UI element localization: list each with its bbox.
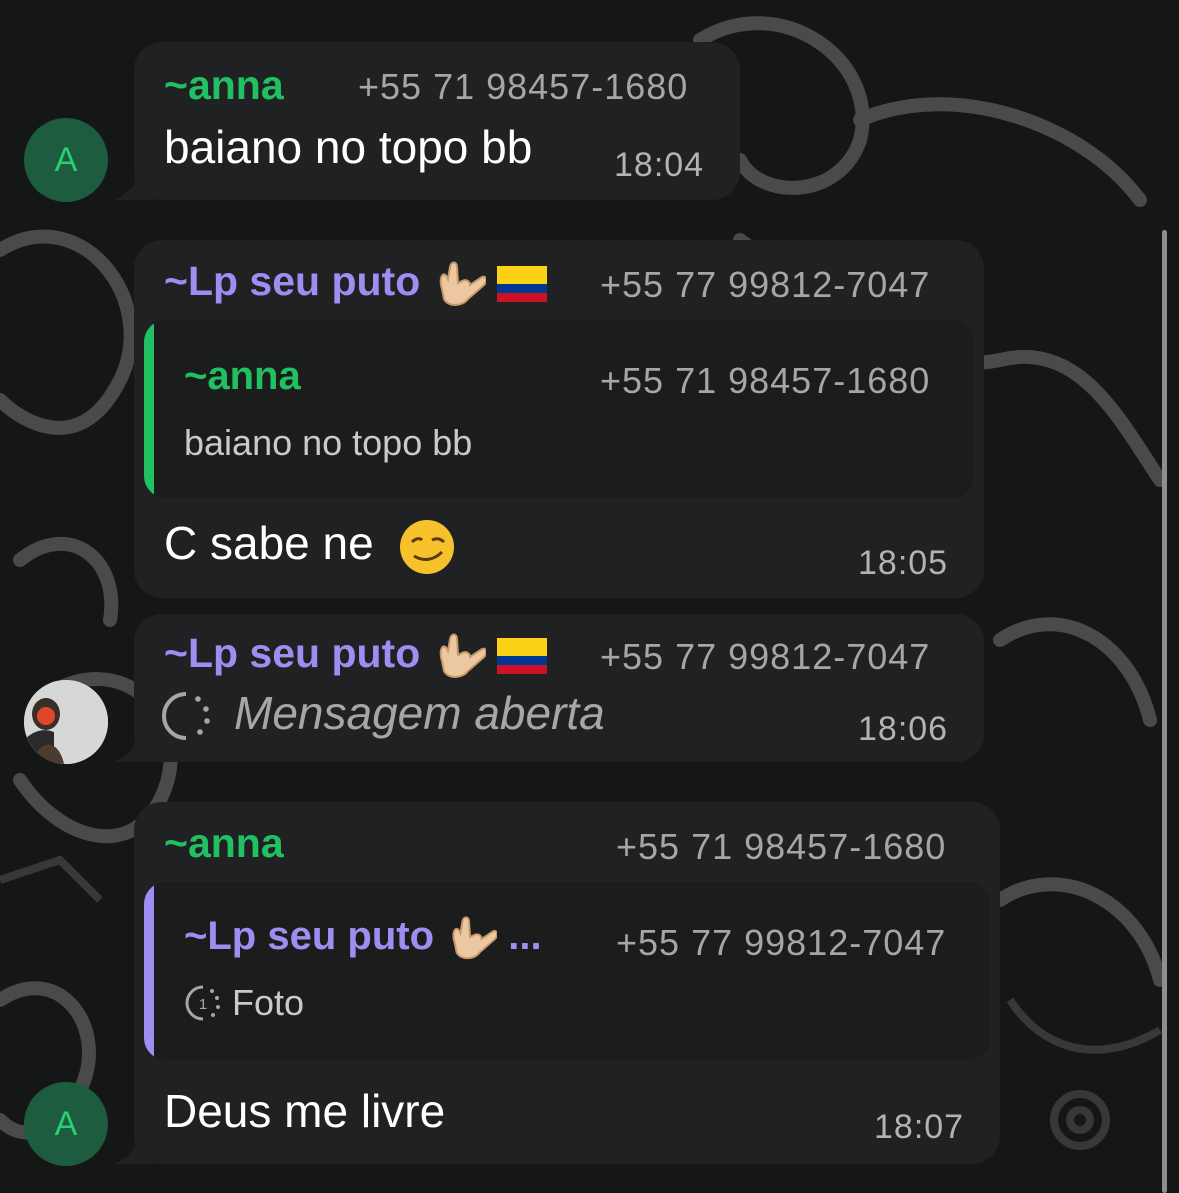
view-once-icon	[162, 692, 210, 740]
avatar-letter: A	[54, 141, 78, 179]
quote-sender: ~anna	[184, 354, 301, 398]
message-bubble[interactable]: ~anna +55 71 98457-1680 baiano no topo b…	[134, 42, 740, 200]
quote-accent-bar	[144, 882, 154, 1060]
colombia-flag-icon	[497, 266, 548, 303]
avatar-anna[interactable]: A	[24, 1082, 108, 1166]
svg-text:1: 1	[199, 996, 207, 1013]
message-text: C sabe ne	[164, 516, 456, 576]
scrollbar[interactable]	[1162, 230, 1167, 1193]
message-bubble[interactable]: ~Lp seu puto +55 77 99812-7047 Mensagem …	[134, 614, 984, 762]
sender-phone: +55 77 99812-7047	[600, 264, 931, 305]
sender-name-text: ~Lp seu puto	[164, 630, 421, 676]
quote-text: baiano no topo bb	[184, 422, 473, 463]
message-time: 18:04	[614, 146, 705, 184]
message-text-content: C sabe ne	[164, 517, 374, 569]
rock-on-hand-icon	[439, 633, 486, 679]
view-once-label[interactable]: Mensagem aberta	[234, 686, 605, 740]
sender-phone: +55 77 99812-7047	[600, 636, 931, 677]
rock-on-hand-icon	[439, 261, 486, 307]
avatar-lp[interactable]	[24, 680, 108, 764]
quote-sender-ellipsis: ...	[508, 914, 542, 958]
avatar-anna[interactable]: A	[24, 118, 108, 202]
quote-text: Foto	[232, 982, 305, 1023]
quote-phone: +55 71 98457-1680	[600, 360, 931, 401]
sender-name[interactable]: ~anna	[164, 62, 284, 109]
quote-phone: +55 77 99812-7047	[616, 922, 947, 963]
message-text: Deus me livre	[164, 1085, 446, 1137]
view-once-photo-icon: 1	[185, 985, 220, 1021]
quote-sender: ~Lp seu puto ...	[184, 914, 542, 962]
quote-accent-bar	[144, 320, 154, 498]
colombia-flag-icon	[497, 638, 548, 675]
message-time: 18:06	[858, 710, 949, 748]
sender-name[interactable]: ~anna	[164, 820, 284, 867]
sender-phone: +55 71 98457-1680	[358, 66, 689, 107]
quote-sender-text: ~Lp seu puto	[184, 914, 434, 958]
message-text: baiano no topo bb	[164, 121, 533, 173]
rock-on-hand-icon	[452, 916, 498, 960]
quoted-message[interactable]: ~Lp seu puto ... +55 77 99812-7047 1 Fot…	[144, 882, 990, 1060]
avatar-letter: A	[54, 1105, 78, 1143]
message-bubble[interactable]: ~anna +55 71 98457-1680 ~Lp seu puto ...…	[134, 802, 1000, 1164]
message-time: 18:05	[858, 544, 949, 582]
quoted-message[interactable]: ~anna +55 71 98457-1680 baiano no topo b…	[144, 320, 974, 498]
smirk-emoji-icon	[400, 519, 455, 574]
message-time: 18:07	[874, 1108, 965, 1146]
sender-name[interactable]: ~Lp seu puto	[164, 258, 548, 309]
sender-name[interactable]: ~Lp seu puto	[164, 630, 548, 681]
sender-name-text: ~Lp seu puto	[164, 258, 421, 304]
profile-photo	[24, 680, 108, 764]
sender-phone: +55 71 98457-1680	[616, 826, 947, 867]
message-bubble[interactable]: ~Lp seu puto +55 77 99812-7047 ~anna +55…	[134, 240, 984, 598]
